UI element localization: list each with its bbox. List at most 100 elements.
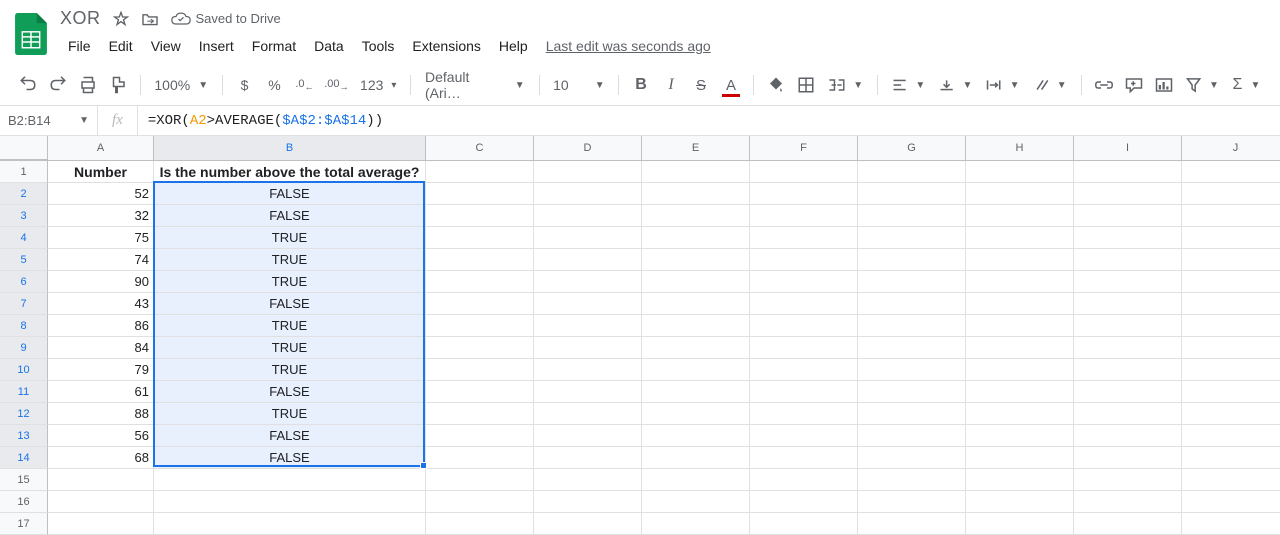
cell[interactable] [750,359,858,381]
cell[interactable] [1074,403,1182,425]
cell[interactable]: Number [48,161,154,183]
cell[interactable] [1182,293,1280,315]
cell[interactable] [858,491,966,513]
cell[interactable] [642,359,750,381]
cell[interactable]: 32 [48,205,154,227]
cell[interactable] [642,293,750,315]
cell[interactable] [1182,337,1280,359]
menu-format[interactable]: Format [244,33,304,59]
row-header[interactable]: 7 [0,293,48,315]
cell[interactable] [48,491,154,513]
cell[interactable]: 84 [48,337,154,359]
cell[interactable] [1182,249,1280,271]
col-header-D[interactable]: D [534,136,642,160]
cell[interactable] [966,337,1074,359]
cell[interactable] [858,293,966,315]
cell[interactable] [966,469,1074,491]
fill-color-button[interactable] [762,71,790,99]
cell[interactable] [966,249,1074,271]
cell[interactable]: TRUE [154,249,426,271]
italic-button[interactable]: I [657,71,685,99]
cell[interactable] [966,447,1074,469]
cell[interactable] [1074,227,1182,249]
cell[interactable] [750,249,858,271]
menu-view[interactable]: View [143,33,189,59]
cell[interactable] [858,161,966,183]
cell[interactable] [966,271,1074,293]
cell[interactable] [1182,469,1280,491]
cell[interactable] [642,469,750,491]
menu-file[interactable]: File [60,33,99,59]
cell[interactable] [1074,425,1182,447]
cell[interactable] [750,381,858,403]
cell[interactable] [750,491,858,513]
cell[interactable] [154,491,426,513]
cell[interactable] [1074,161,1182,183]
cell[interactable]: 88 [48,403,154,425]
cell[interactable] [642,161,750,183]
cell[interactable] [1074,491,1182,513]
link-button[interactable] [1090,71,1118,99]
cell[interactable] [1182,183,1280,205]
cell[interactable] [1074,271,1182,293]
cell[interactable] [426,469,534,491]
cell[interactable]: 52 [48,183,154,205]
cell[interactable] [858,205,966,227]
row-header[interactable]: 8 [0,315,48,337]
sheets-app-icon[interactable] [12,8,50,56]
decrease-decimal-button[interactable]: .0← [291,71,319,99]
cell[interactable] [1074,469,1182,491]
cell[interactable] [642,337,750,359]
h-align-button[interactable]: ▼ [886,71,931,99]
text-color-button[interactable]: A [717,71,745,99]
row-header[interactable]: 9 [0,337,48,359]
cell[interactable] [1074,183,1182,205]
strikethrough-button[interactable]: S [687,71,715,99]
cell[interactable] [642,315,750,337]
cell[interactable] [858,381,966,403]
cell[interactable] [426,249,534,271]
cell[interactable]: TRUE [154,227,426,249]
cell[interactable] [1074,205,1182,227]
cell[interactable] [426,293,534,315]
cell[interactable] [750,183,858,205]
cell[interactable] [858,337,966,359]
cell[interactable] [534,425,642,447]
increase-decimal-button[interactable]: .00→ [321,71,353,99]
cell[interactable] [426,447,534,469]
cell[interactable] [858,469,966,491]
cell[interactable] [1074,337,1182,359]
row-header[interactable]: 1 [0,161,48,183]
merge-cells-button[interactable]: ▼ [822,71,869,99]
cell-reference-box[interactable]: B2:B14 ▼ [0,106,98,135]
cell[interactable] [426,403,534,425]
cell[interactable] [426,227,534,249]
cell[interactable]: FALSE [154,293,426,315]
cell[interactable] [642,271,750,293]
cell[interactable] [858,271,966,293]
menu-edit[interactable]: Edit [101,33,141,59]
cell[interactable] [1182,425,1280,447]
col-header-I[interactable]: I [1074,136,1182,160]
cell[interactable] [750,337,858,359]
cell[interactable] [426,425,534,447]
row-header[interactable]: 5 [0,249,48,271]
cell[interactable] [534,359,642,381]
cell[interactable]: FALSE [154,381,426,403]
cell[interactable] [534,447,642,469]
menu-extensions[interactable]: Extensions [404,33,488,59]
cell[interactable] [48,469,154,491]
wrap-button[interactable]: ▼ [980,71,1025,99]
cell[interactable] [534,381,642,403]
row-header[interactable]: 13 [0,425,48,447]
cell[interactable] [426,359,534,381]
cell[interactable] [858,359,966,381]
cell[interactable]: FALSE [154,205,426,227]
cell[interactable] [1182,161,1280,183]
cell[interactable] [858,183,966,205]
menu-insert[interactable]: Insert [191,33,242,59]
redo-button[interactable] [44,71,72,99]
cell[interactable] [426,491,534,513]
cell[interactable]: 75 [48,227,154,249]
cell[interactable]: FALSE [154,447,426,469]
